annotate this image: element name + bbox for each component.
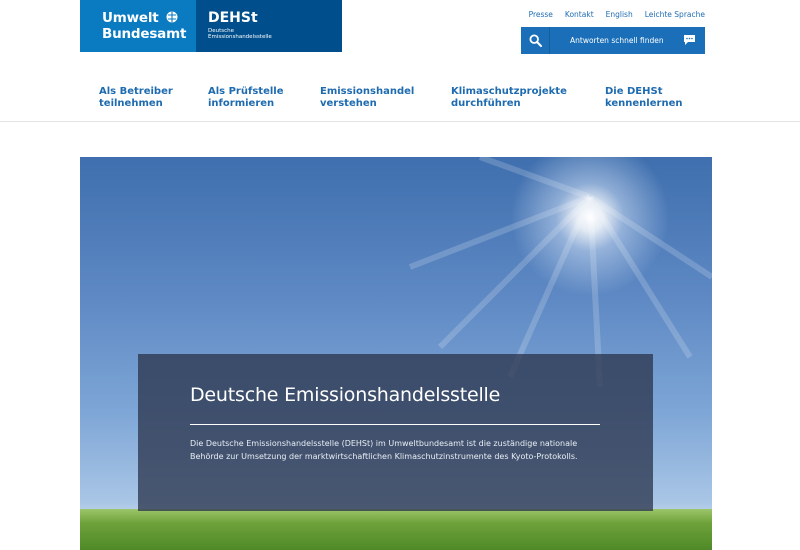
nav-label: verstehen [320,98,377,109]
main-nav: Als Betreiber teilnehmen Als Prüfstelle … [0,86,800,122]
util-link-presse[interactable]: Presse [529,10,553,19]
nav-label: kennenlernen [605,98,683,109]
nav-label: Als Betreiber [99,86,173,97]
nav-label: informieren [208,98,275,109]
logo-dehst-sub2: Emissionshandelsstelle [208,34,272,40]
nav-label: durchführen [451,98,521,109]
nav-item-pruefstelle[interactable]: Als Prüfstelle informieren [208,86,283,110]
util-link-leichte-sprache[interactable]: Leichte Sprache [645,10,705,19]
nav-label: teilnehmen [99,98,163,109]
hero-image: Deutsche Emissionshandelsstelle Die Deut… [80,157,712,550]
logo-uba-line1: Umwelt [102,10,159,26]
grass-field [80,509,712,550]
nav-item-die-dehst[interactable]: Die DEHSt kennenlernen [605,86,682,110]
logo-dehst-abbr: DEHSt [208,10,258,26]
nav-label: Klimaschutzprojekte [451,86,567,97]
util-link-kontakt[interactable]: Kontakt [565,10,594,19]
hero-description: Die Deutsche Emissionshandelsstelle (DEH… [190,439,578,461]
search-icon [528,34,542,47]
search-label: Antworten schnell finden [570,36,664,45]
nav-item-emissionshandel[interactable]: Emissionshandel verstehen [320,86,414,110]
dehst-logo[interactable]: DEHSt Deutsche Emissionshandelsstelle [196,0,342,52]
nav-label: Als Prüfstelle [208,86,284,97]
nav-item-klimaschutzprojekte[interactable]: Klimaschutzprojekte durchführen [451,86,567,110]
nav-divider [0,121,800,122]
hero-title: Deutsche Emissionshandelsstelle [190,384,501,406]
chat-icon[interactable] [683,34,696,46]
utility-nav: Presse Kontakt English Leichte Sprache [529,10,705,19]
search-input[interactable]: Antworten schnell finden [550,27,705,54]
logo-block[interactable]: Umwelt Bundesamt DEHSt Deutsche Emission… [80,0,342,52]
nav-label: Die DEHSt [605,86,663,97]
util-link-english[interactable]: English [606,10,633,19]
umweltbundesamt-logo[interactable]: Umwelt Bundesamt [80,0,196,52]
hero-divider [190,424,600,425]
globe-icon [166,11,178,23]
hero-card: Deutsche Emissionshandelsstelle Die Deut… [138,354,653,511]
logo-uba-line2: Bundesamt [102,26,187,42]
search-button[interactable] [521,27,550,54]
nav-item-betreiber[interactable]: Als Betreiber teilnehmen [99,86,173,110]
nav-label: Emissionshandel [320,86,415,97]
